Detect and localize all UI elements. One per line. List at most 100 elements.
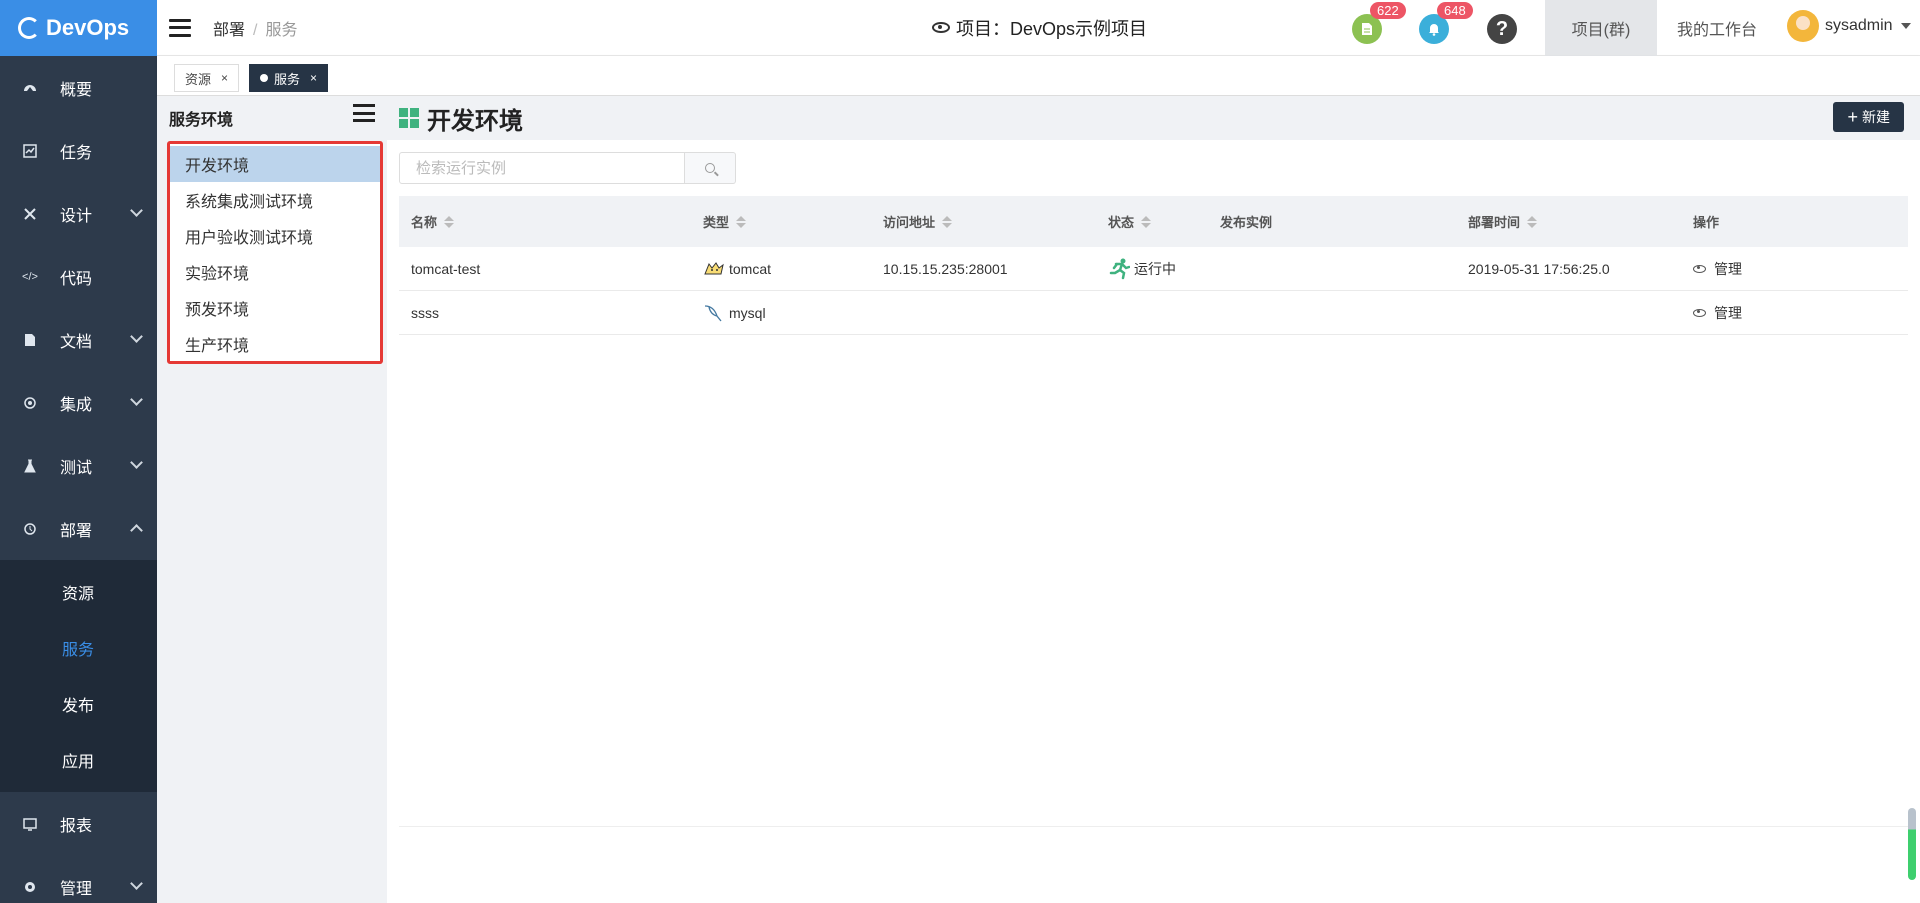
env-item-dev[interactable]: 开发环境 (170, 146, 380, 182)
cell-type: tomcat (691, 260, 871, 278)
breadcrumb-item[interactable]: 部署 (213, 22, 245, 39)
cell-action: 管理 (1681, 259, 1908, 279)
user-menu[interactable]: sysadmin (1787, 10, 1911, 42)
sidebar-item-test[interactable]: 测试 (0, 434, 157, 497)
help-icon[interactable]: ? (1487, 14, 1517, 44)
manage-button[interactable]: 管理 (1693, 303, 1742, 323)
tab-resource[interactable]: 资源 × (174, 64, 240, 92)
eye-icon (932, 22, 950, 33)
code-icon: </> (22, 270, 38, 283)
tomcat-icon (704, 261, 724, 274)
logo-text: DevOps (46, 15, 130, 40)
breadcrumb-separator: / (253, 21, 258, 39)
sidebar-item-label: 集成 (60, 396, 93, 414)
sidebar: DevOps 概要 任务 设计 </> 代码 文档 集成 测试 部署 资源 服务… (0, 0, 157, 903)
help-glyph: ? (1495, 17, 1509, 40)
project-label: 项目：DevOps示例项目 (956, 18, 1148, 39)
active-dot-icon (260, 74, 268, 82)
sidebar-item-label: 设计 (60, 207, 93, 225)
design-icon (22, 206, 38, 222)
sidebar-item-task[interactable]: 任务 (0, 119, 157, 182)
document-icon (1362, 23, 1372, 35)
sidebar-item-document[interactable]: 文档 (0, 308, 157, 371)
search-input[interactable] (399, 152, 685, 184)
table-header: 名称 类型 访问地址 状态 发布实例 部署时间 操作 (399, 196, 1908, 247)
deploy-submenu: 资源 服务 发布 应用 (0, 560, 157, 792)
sort-icon (1141, 215, 1152, 228)
project-selector[interactable]: 项目：DevOps示例项目 (932, 15, 1147, 41)
column-header-deploy-time[interactable]: 部署时间 (1456, 212, 1681, 231)
env-item-experiment[interactable]: 实验环境 (170, 254, 380, 290)
sidebar-item-label: 文档 (60, 333, 93, 351)
list-menu-icon[interactable] (353, 104, 375, 122)
chevron-down-icon (130, 456, 143, 469)
sidebar-subitem-resource[interactable]: 资源 (0, 564, 157, 620)
username: sysadmin (1825, 17, 1893, 34)
env-item-uat[interactable]: 用户验收测试环境 (170, 218, 380, 254)
main-panel: 开发环境 + 新建 名称 类型 访问地址 状态 发布实例 部署时间 操作 tom… (387, 96, 1920, 903)
report-icon (22, 816, 38, 832)
tab-project-group[interactable]: 项目(群) (1545, 0, 1657, 56)
search-icon (705, 163, 715, 173)
docs-notification-button[interactable]: 622 (1352, 2, 1406, 44)
env-item-preprod[interactable]: 预发环境 (170, 290, 380, 326)
dashboard-icon (22, 80, 38, 96)
close-icon[interactable]: × (310, 71, 317, 85)
status-text: 运行中 (1134, 260, 1176, 277)
service-env-panel: 服务环境 开发环境 系统集成测试环境 用户验收测试环境 实验环境 预发环境 生产… (157, 96, 387, 903)
app-logo[interactable]: DevOps (0, 0, 157, 56)
breadcrumb-current: 服务 (265, 21, 298, 39)
caret-down-icon (1900, 23, 1911, 29)
table-row[interactable]: ssss mysql 管理 (399, 291, 1908, 335)
env-list: 开发环境 系统集成测试环境 用户验收测试环境 实验环境 预发环境 生产环境 (167, 141, 383, 364)
sidebar-item-label: 任务 (60, 144, 93, 162)
new-button-label: 新建 (1862, 109, 1890, 125)
sort-icon (444, 215, 455, 228)
tab-label: 资源 (185, 71, 212, 87)
column-header-name[interactable]: 名称 (399, 212, 691, 231)
chevron-down-icon (130, 877, 143, 890)
sidebar-item-deploy[interactable]: 部署 (0, 497, 157, 560)
cell-address: 10.15.15.235:28001 (883, 260, 1008, 277)
sidebar-item-report[interactable]: 报表 (0, 792, 157, 855)
badge-count: 648 (1437, 2, 1473, 19)
table-row[interactable]: tomcat-test tomcat 10.15.15.235:28001 运行… (399, 247, 1908, 291)
column-header-address[interactable]: 访问地址 (871, 212, 1096, 231)
sidebar-subitem-release[interactable]: 发布 (0, 676, 157, 732)
tab-my-workspace[interactable]: 我的工作台 (1657, 0, 1777, 56)
bell-notification-button[interactable]: 648 (1419, 2, 1473, 44)
grid-icon (399, 108, 419, 128)
cell-name: tomcat-test (411, 260, 481, 277)
manage-label: 管理 (1714, 260, 1742, 277)
sidebar-item-admin[interactable]: 管理 (0, 855, 157, 903)
flask-icon (22, 458, 38, 474)
scrollbar[interactable] (1908, 808, 1916, 880)
sidebar-subitem-service[interactable]: 服务 (0, 620, 157, 676)
close-icon[interactable]: × (221, 71, 228, 85)
instance-table: 名称 类型 访问地址 状态 发布实例 部署时间 操作 tomcat-test t… (399, 196, 1908, 335)
sidebar-item-integration[interactable]: 集成 (0, 371, 157, 434)
integration-icon (22, 395, 38, 411)
sidebar-item-label: 测试 (60, 459, 93, 477)
column-header-status[interactable]: 状态 (1096, 212, 1208, 231)
search-button[interactable] (685, 152, 736, 184)
menu-toggle-icon[interactable] (169, 18, 191, 37)
document-icon (22, 332, 38, 348)
sidebar-item-design[interactable]: 设计 (0, 182, 157, 245)
env-item-sit[interactable]: 系统集成测试环境 (170, 182, 380, 218)
sidebar-item-label: 报表 (60, 817, 93, 835)
column-header-release: 发布实例 (1220, 215, 1273, 230)
sidebar-subitem-application[interactable]: 应用 (0, 732, 157, 788)
manage-button[interactable]: 管理 (1693, 259, 1742, 279)
new-button[interactable]: + 新建 (1833, 102, 1904, 132)
sidebar-item-label: 管理 (60, 880, 93, 898)
column-header-type[interactable]: 类型 (691, 212, 871, 231)
sidebar-item-code[interactable]: </> 代码 (0, 245, 157, 308)
env-item-prod[interactable]: 生产环境 (170, 326, 380, 362)
sort-icon (1527, 215, 1538, 228)
eye-icon (1693, 264, 1706, 273)
tab-label: 服务 (274, 71, 301, 87)
sidebar-item-overview[interactable]: 概要 (0, 56, 157, 119)
tab-service[interactable]: 服务 × (249, 64, 329, 92)
avatar (1787, 10, 1819, 42)
